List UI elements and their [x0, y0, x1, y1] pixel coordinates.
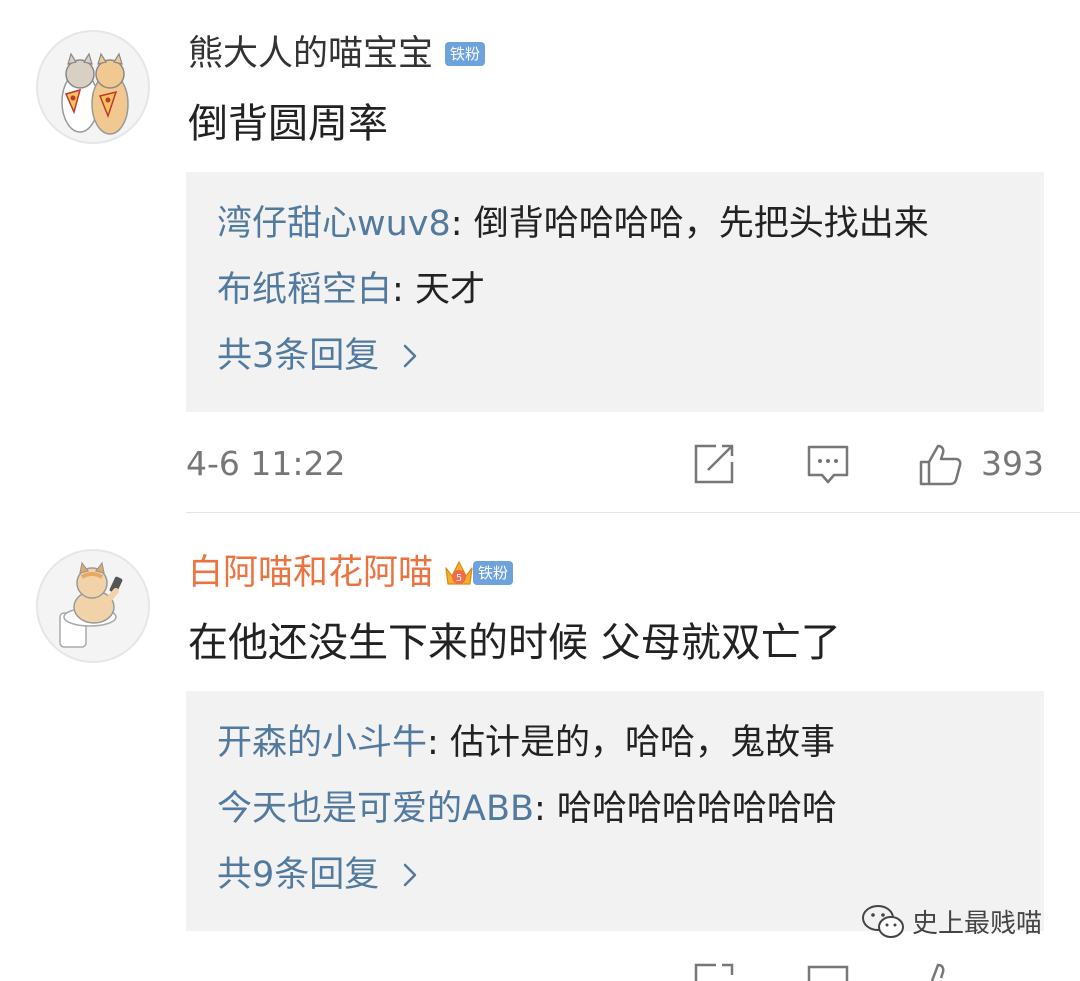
reply-line: 湾仔甜心wuv8: 倒背哈哈哈哈，先把头找出来	[217, 202, 929, 246]
reply-username[interactable]: 布纸稻空白	[217, 270, 392, 310]
badge-level: 5	[456, 573, 462, 584]
like-icon[interactable]	[918, 959, 962, 981]
watermark: 史上最贱喵	[860, 903, 1042, 940]
fan-badge: 铁粉	[473, 561, 514, 585]
username[interactable]: 白阿喵和花阿喵	[188, 551, 433, 595]
avatar[interactable]	[36, 30, 150, 144]
comment-header: 熊大人的喵宝宝 铁粉	[188, 32, 486, 76]
reply-text: 估计是的，哈哈，鬼故事	[449, 723, 835, 763]
chevron-right-icon	[404, 344, 417, 368]
comment-text: 在他还没生下来的时候 父母就双亡了	[188, 620, 841, 666]
like-count: 393	[981, 444, 1044, 483]
reply-username[interactable]: 今天也是可爱的ABB	[217, 789, 534, 829]
comment-text: 倒背圆周率	[188, 101, 388, 147]
reply-text: 哈哈哈哈哈哈哈哈	[556, 789, 837, 829]
more-replies-label: 共3条回复	[217, 336, 380, 376]
reply-line: 布纸稻空白: 天才	[217, 268, 485, 312]
comment-icon[interactable]	[806, 442, 850, 486]
more-replies-link[interactable]: 共9条回复	[217, 853, 425, 897]
more-replies-label: 共9条回复	[217, 855, 380, 895]
reply-text: 倒背哈哈哈哈，先把头找出来	[473, 204, 929, 244]
repost-icon[interactable]	[692, 961, 736, 981]
repost-icon[interactable]	[692, 442, 736, 486]
reply-username[interactable]: 湾仔甜心wuv8	[217, 204, 451, 244]
crown-icon: 5	[445, 561, 473, 585]
comment-item: 熊大人的喵宝宝 铁粉 倒背圆周率 湾仔甜心wuv8: 倒背哈哈哈哈，先把头找出来…	[0, 0, 1080, 512]
watermark-text: 史上最贱喵	[912, 909, 1043, 939]
comment-header: 白阿喵和花阿喵 5 铁粉	[188, 551, 514, 595]
timestamp: 4-6 11:22	[186, 444, 346, 483]
comment-meta-bar: 4-6 11:22 393	[186, 436, 1044, 492]
reply-text: 天才	[414, 270, 485, 310]
vip-fan-badge: 5 铁粉	[433, 558, 514, 588]
reply-separator: :	[427, 723, 450, 763]
reply-separator: :	[450, 204, 474, 244]
reply-line: 今天也是可爱的ABB: 哈哈哈哈哈哈哈哈	[217, 787, 837, 831]
chevron-right-icon	[404, 863, 417, 887]
reply-line: 开森的小斗牛: 估计是的，哈哈，鬼故事	[217, 721, 835, 765]
wechat-icon	[862, 904, 904, 938]
more-replies-link[interactable]: 共3条回复	[217, 334, 425, 378]
reply-preview-box[interactable]: 湾仔甜心wuv8: 倒背哈哈哈哈，先把头找出来 布纸稻空白: 天才 共3条回复	[186, 172, 1044, 412]
comment-item: 白阿喵和花阿喵 5 铁粉 在他还没生下来的时候 父母就双亡了 开森的小斗牛: 估…	[0, 513, 1080, 981]
avatar[interactable]	[36, 549, 150, 663]
reply-separator: :	[392, 270, 415, 310]
reply-separator: :	[533, 789, 557, 829]
like-icon[interactable]	[918, 442, 962, 486]
reply-preview-box[interactable]: 开森的小斗牛: 估计是的，哈哈，鬼故事 今天也是可爱的ABB: 哈哈哈哈哈哈哈哈…	[186, 691, 1044, 931]
comment-icon[interactable]	[806, 963, 850, 981]
username[interactable]: 熊大人的喵宝宝	[188, 32, 433, 76]
reply-username[interactable]: 开森的小斗牛	[217, 723, 427, 763]
fan-badge: 铁粉	[445, 42, 486, 66]
